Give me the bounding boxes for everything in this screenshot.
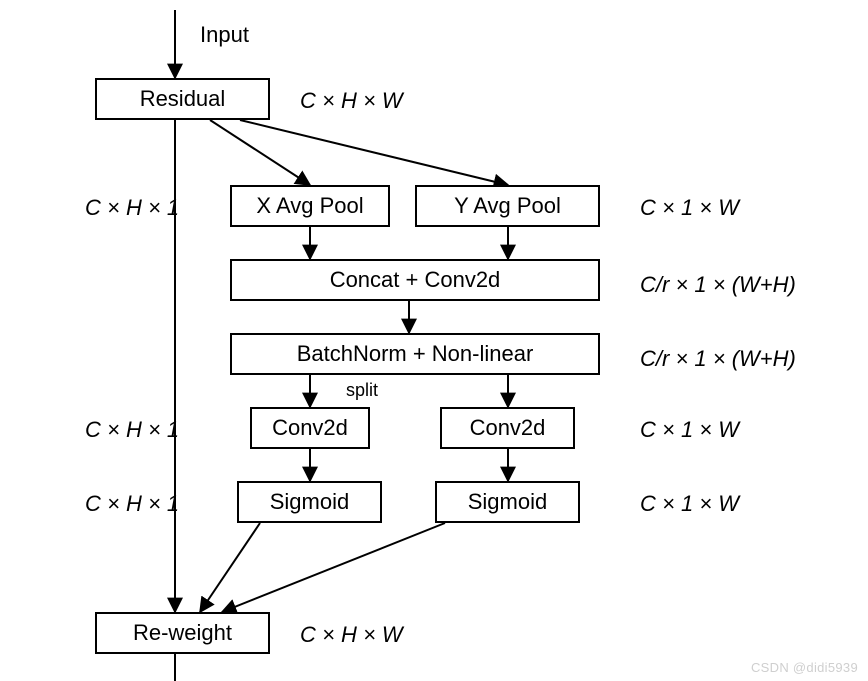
concat-conv2d-block: Concat + Conv2d	[230, 259, 600, 301]
watermark: CSDN @didi5939	[751, 660, 858, 675]
conv2d-right-block: Conv2d	[440, 407, 575, 449]
conv-left-dim: C × H × 1	[85, 417, 179, 443]
sigmoid-left-block: Sigmoid	[237, 481, 382, 523]
y-avg-pool-block: Y Avg Pool	[415, 185, 600, 227]
sigmoid-left-dim: C × H × 1	[85, 491, 179, 517]
split-label: split	[346, 380, 378, 401]
bn-dim: C/r × 1 × (W+H)	[640, 346, 796, 372]
reweight-dim: C × H × W	[300, 622, 403, 648]
residual-block: Residual	[95, 78, 270, 120]
conv2d-left-block: Conv2d	[250, 407, 370, 449]
input-label: Input	[200, 22, 249, 48]
conv-right-dim: C × 1 × W	[640, 417, 739, 443]
batchnorm-nonlinear-block: BatchNorm + Non-linear	[230, 333, 600, 375]
x-avg-pool-block: X Avg Pool	[230, 185, 390, 227]
concat-dim: C/r × 1 × (W+H)	[640, 272, 796, 298]
ypool-dim: C × 1 × W	[640, 195, 739, 221]
sigmoid-right-dim: C × 1 × W	[640, 491, 739, 517]
residual-dim: C × H × W	[300, 88, 403, 114]
reweight-block: Re-weight	[95, 612, 270, 654]
xpool-dim: C × H × 1	[85, 195, 179, 221]
sigmoid-right-block: Sigmoid	[435, 481, 580, 523]
